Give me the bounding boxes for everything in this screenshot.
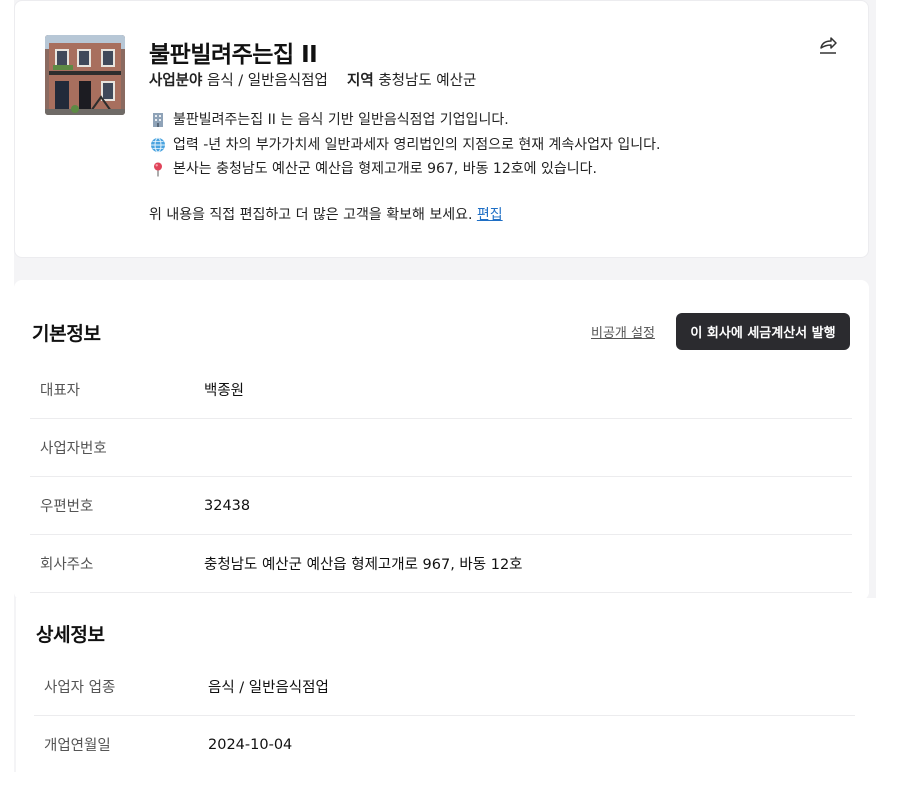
detail-info-title: 상세정보 <box>36 624 105 646</box>
table-row: 대표자 백종원 <box>30 361 852 419</box>
table-row: 사업자 업종 음식 / 일반음식점업 <box>34 658 855 716</box>
description-line: 불판빌려주는집 II 는 음식 기반 일반음식점업 기업입니다. <box>149 108 660 133</box>
edit-link[interactable]: 편집 <box>477 207 503 223</box>
row-value: 충청남도 예산군 예산읍 형제고개로 967, 바동 12호 <box>204 557 523 573</box>
row-label: 사업자번호 <box>40 441 107 457</box>
row-label: 대표자 <box>40 383 81 399</box>
detail-info-card: 상세정보 사업자 업종 음식 / 일반음식점업 개업연월일 2024-10-04 <box>16 598 876 772</box>
description-line: 업력 -년 차의 부가가치세 일반과세자 영리법인의 지점으로 현재 계속사업자… <box>149 133 660 158</box>
table-row: 회사주소 충청남도 예산군 예산읍 형제고개로 967, 바동 12호 <box>30 535 852 593</box>
basic-info-card: 기본정보 비공개 설정 이 회사에 세금계산서 발행 대표자 백종원 사업자번호… <box>14 280 869 600</box>
industry-value: 음식 / 일반음식점업 <box>206 73 328 89</box>
row-label: 회사주소 <box>40 557 94 573</box>
row-label: 개업연월일 <box>44 738 111 754</box>
share-icon <box>820 37 837 54</box>
row-label: 우편번호 <box>40 499 94 515</box>
table-row: 개업연월일 2024-10-04 <box>34 716 855 773</box>
region-label: 지역 <box>347 73 374 89</box>
description-text: 업력 -년 차의 부가가치세 일반과세자 영리법인의 지점으로 현재 계속사업자… <box>173 136 661 153</box>
private-setting-link[interactable]: 비공개 설정 <box>591 322 655 341</box>
office-building-icon <box>149 111 167 129</box>
table-row: 우편번호 32438 <box>30 477 852 535</box>
basic-info-title: 기본정보 <box>32 323 101 345</box>
company-thumbnail <box>45 35 125 115</box>
table-row: 사업자번호 <box>30 419 852 477</box>
row-value: 음식 / 일반음식점업 <box>208 680 329 696</box>
row-value: 2024-10-04 <box>208 736 293 753</box>
pin-icon <box>149 160 167 178</box>
company-summary-card: 불판빌려주는집 II 사업분야 음식 / 일반음식점업 지역 충청남도 예산군 … <box>14 0 869 258</box>
description-text: 본사는 충청남도 예산군 예산읍 형제고개로 967, 바동 12호에 있습니다… <box>173 161 597 177</box>
description-text: 불판빌려주는집 II 는 음식 기반 일반음식점업 기업입니다. <box>173 112 509 128</box>
basic-info-table: 대표자 백종원 사업자번호 우편번호 32438 회사주소 충청남도 예산군 예… <box>30 361 852 593</box>
row-label: 사업자 업종 <box>44 680 116 696</box>
company-name: 불판빌려주는집 II <box>149 42 318 68</box>
industry-label: 사업분야 <box>149 73 203 89</box>
edit-note-text: 위 내용을 직접 편집하고 더 많은 고객을 확보해 보세요. <box>149 207 473 223</box>
globe-icon <box>149 136 167 154</box>
edit-note: 위 내용을 직접 편집하고 더 많은 고객을 확보해 보세요. 편집 <box>149 204 503 224</box>
share-button[interactable] <box>817 34 839 56</box>
detail-info-table: 사업자 업종 음식 / 일반음식점업 개업연월일 2024-10-04 <box>34 658 855 773</box>
company-meta: 사업분야 음식 / 일반음식점업 지역 충청남도 예산군 <box>149 69 476 90</box>
region-value: 충청남도 예산군 <box>378 73 477 89</box>
row-value: 32438 <box>204 497 251 514</box>
description-line: 본사는 충청남도 예산군 예산읍 형제고개로 967, 바동 12호에 있습니다… <box>149 157 660 182</box>
issue-tax-invoice-button[interactable]: 이 회사에 세금계산서 발행 <box>676 313 850 350</box>
row-value: 백종원 <box>204 383 245 399</box>
building-photo-icon <box>45 35 125 115</box>
company-description: 불판빌려주는집 II 는 음식 기반 일반음식점업 기업입니다. 업력 -년 차… <box>149 108 660 182</box>
